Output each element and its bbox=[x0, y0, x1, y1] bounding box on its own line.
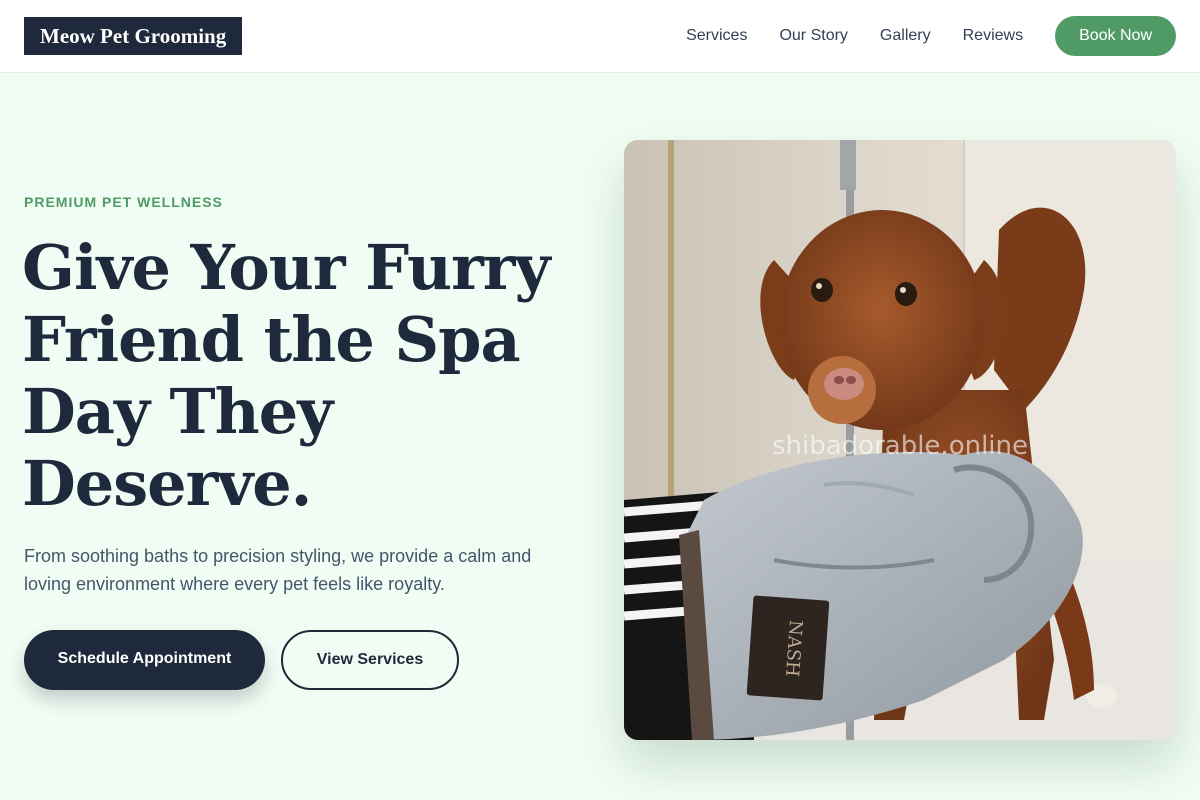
nav-link-reviews[interactable]: Reviews bbox=[963, 27, 1023, 45]
hero-headline: Give Your Furry Friend the Spa Day They … bbox=[22, 231, 550, 520]
hero-eyebrow: PREMIUM PET WELLNESS bbox=[24, 194, 223, 210]
brand-logo[interactable]: Meow Pet Grooming bbox=[24, 17, 243, 55]
mitt-label-text: NASH bbox=[781, 619, 806, 677]
nav-links: Services Our Story Gallery Reviews Book … bbox=[686, 16, 1176, 56]
image-watermark: shibadorable.online bbox=[772, 431, 1028, 461]
schedule-appointment-button[interactable]: Schedule Appointment bbox=[24, 630, 265, 690]
hero-subtext: From soothing baths to precision styling… bbox=[24, 546, 532, 594]
view-services-button[interactable]: View Services bbox=[281, 630, 459, 690]
nav-link-services[interactable]: Services bbox=[686, 27, 747, 45]
nav-link-gallery[interactable]: Gallery bbox=[880, 27, 931, 45]
nav-link-our-story[interactable]: Our Story bbox=[779, 27, 847, 45]
book-now-button[interactable]: Book Now bbox=[1055, 16, 1176, 56]
top-navbar: Meow Pet Grooming Services Our Story Gal… bbox=[0, 0, 1200, 73]
hero-image-dog-grooming: NASH shibadorable.online bbox=[624, 140, 1176, 740]
